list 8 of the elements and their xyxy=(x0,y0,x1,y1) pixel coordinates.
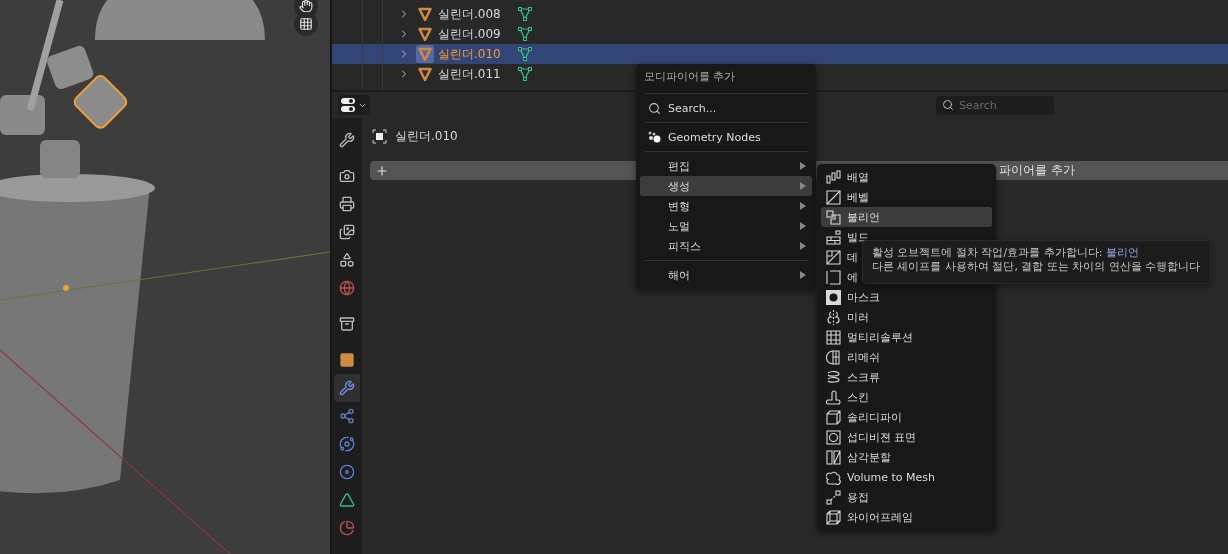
object-name: 실린더.010 xyxy=(438,45,502,63)
tooltip-text: 다른 셰이프를 사용하여 절단, 결합 또는 차이의 연산을 수행합니다 xyxy=(872,260,1201,274)
object-name: 실린더.010 xyxy=(395,127,458,145)
object-name: 실린더.009 xyxy=(438,25,502,43)
object-name: 실린더.008 xyxy=(438,5,502,23)
menu-title: 모디파이어를 추가 xyxy=(643,69,737,85)
tooltip-text: 활성 오브젝트에 절차 작업/효과를 추가합니다: 불리언 xyxy=(872,246,1140,260)
object-name: 실린더.011 xyxy=(438,65,502,83)
